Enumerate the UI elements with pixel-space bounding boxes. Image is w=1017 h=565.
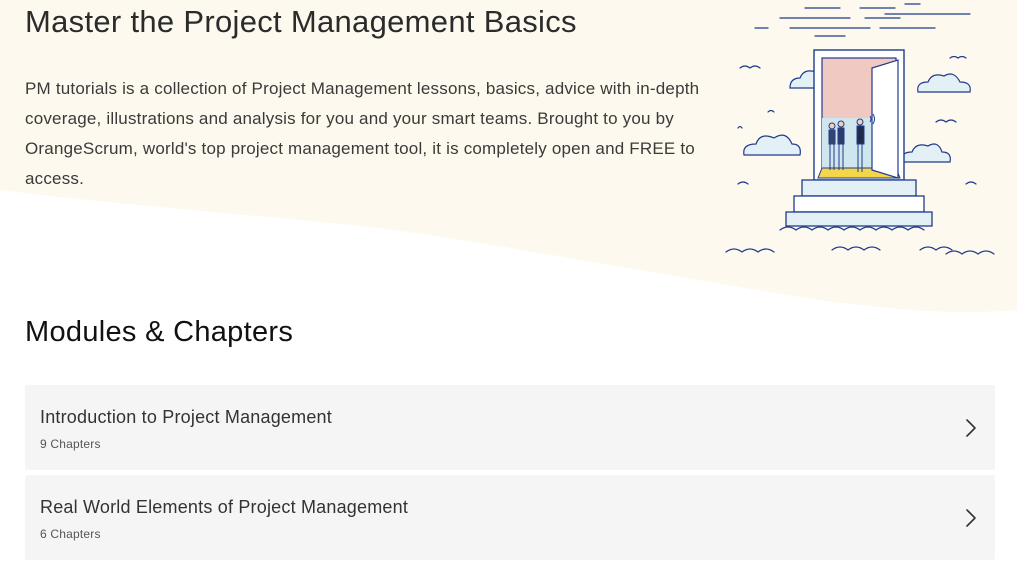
module-title: Real World Elements of Project Managemen…	[40, 497, 409, 517]
module-list: Introduction to Project Management 9 Cha…	[25, 385, 995, 565]
intro-paragraph: PM tutorials is a collection of Project …	[25, 79, 700, 188]
module-title: Introduction to Project Management	[40, 407, 332, 427]
module-card-introduction[interactable]: Introduction to Project Management 9 Cha…	[25, 385, 995, 470]
chevron-right-icon[interactable]	[965, 418, 977, 438]
page-title: Master the Project Management Basics	[25, 4, 577, 39]
module-card-real-world-elements[interactable]: Real World Elements of Project Managemen…	[25, 475, 995, 560]
module-chapter-count: 9 Chapters	[40, 437, 101, 451]
door-in-clouds-illustration	[725, 3, 995, 255]
module-chapter-count: 6 Chapters	[40, 527, 101, 541]
modules-heading: Modules & Chapters	[25, 316, 294, 348]
chevron-right-icon[interactable]	[965, 508, 977, 528]
